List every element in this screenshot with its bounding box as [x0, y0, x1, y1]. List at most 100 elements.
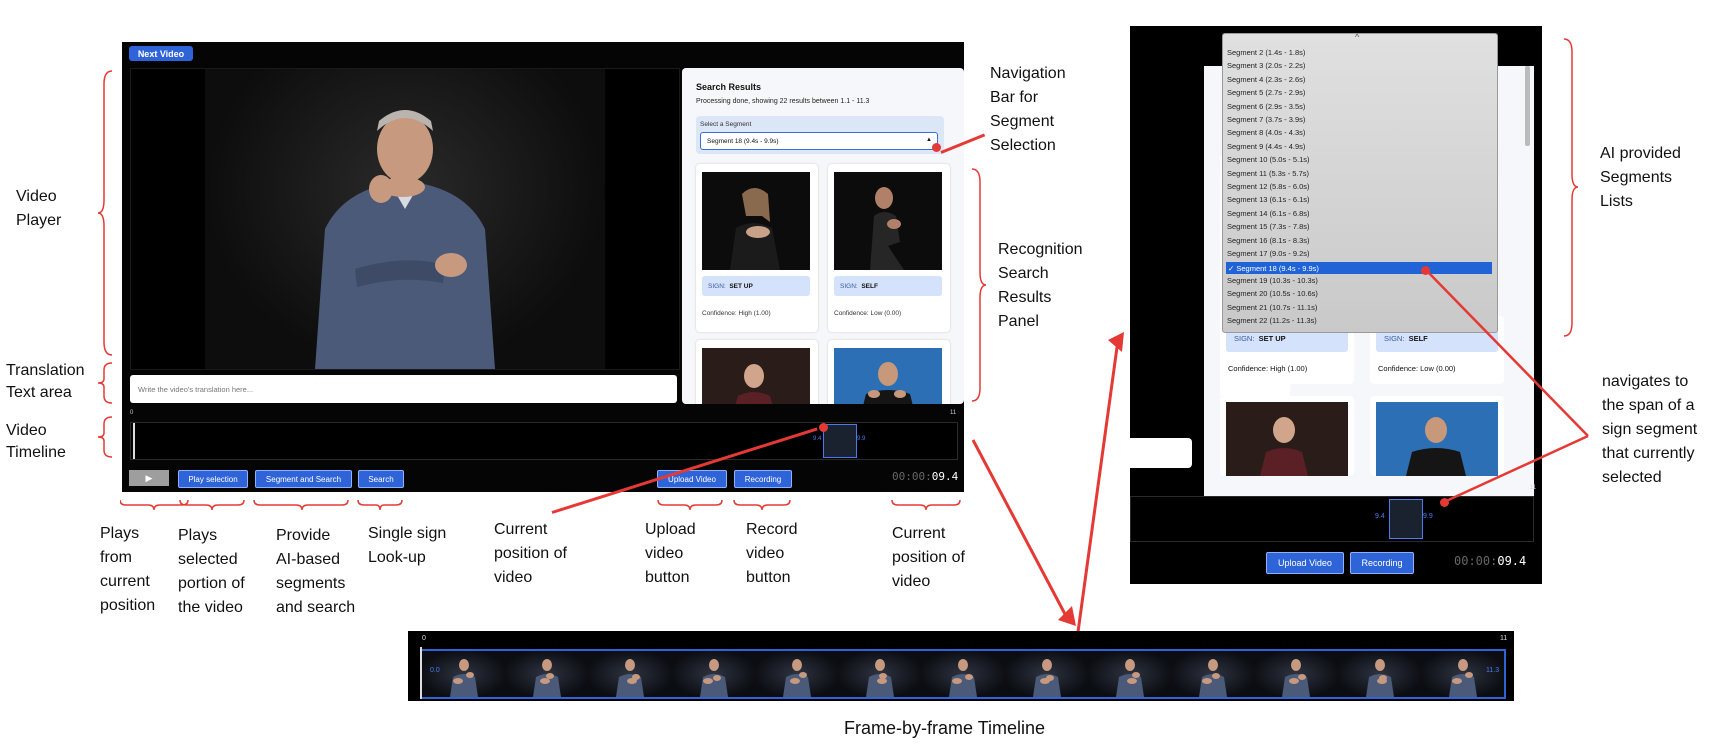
- dropdown-item[interactable]: Segment 9 (4.4s - 4.9s): [1227, 142, 1305, 151]
- frame-thumbnail[interactable]: [1004, 651, 1088, 697]
- bottom-brackets: [120, 499, 961, 511]
- dropdown-item[interactable]: Segment 19 (10.3s - 10.3s): [1227, 276, 1318, 285]
- bracket-video-player: [98, 70, 113, 356]
- time-display: 00:00:09.4: [892, 470, 959, 483]
- search-button[interactable]: Search: [358, 470, 404, 488]
- pointer-dot: [1440, 498, 1449, 507]
- frame-thumbnail[interactable]: [1171, 651, 1255, 697]
- play-button[interactable]: ▶: [129, 470, 169, 486]
- upload-video-button[interactable]: Upload Video: [657, 470, 727, 488]
- label-video-player: Video Player: [16, 188, 62, 229]
- dropdown-item[interactable]: Segment 15 (7.3s - 7.8s): [1227, 222, 1310, 231]
- result-card[interactable]: [696, 340, 818, 404]
- sign-value: SET UP: [729, 282, 753, 290]
- dropdown-item[interactable]: Segment 13 (6.1s - 6.1s): [1227, 195, 1310, 204]
- label-video-timeline: Video Timeline: [6, 422, 66, 461]
- frame-thumbnail[interactable]: [754, 651, 839, 697]
- dropdown-item[interactable]: Segment 11 (5.3s - 5.7s): [1227, 169, 1309, 178]
- dropdown-item[interactable]: Segment 17 (9.0s - 9.2s): [1227, 249, 1310, 258]
- sign-value: SET UP: [1258, 333, 1286, 343]
- timeline-selection[interactable]: [823, 424, 857, 458]
- frame-thumbnail[interactable]: [588, 651, 672, 697]
- dropdown-item[interactable]: Segment 6 (2.9s - 3.5s): [1227, 102, 1305, 111]
- zoom-recording-button[interactable]: Recording: [1350, 552, 1414, 574]
- search-results-title: Search Results: [696, 82, 762, 92]
- label-frame-timeline: Frame-by-frame Timeline: [844, 718, 1046, 738]
- result-card[interactable]: [828, 340, 950, 404]
- dropdown-item[interactable]: Segment 12 (5.8s - 6.0s): [1227, 182, 1310, 191]
- frame-thumbnail[interactable]: [671, 651, 755, 697]
- bracket-translation: [98, 362, 113, 404]
- frame-thumbnail[interactable]: [921, 651, 1005, 697]
- strip-playhead[interactable]: [420, 647, 422, 699]
- label-ai-segments: AI provided Segments Lists: [1600, 145, 1681, 210]
- segment-selector-box: Select a Segment Segment 18 (9.4s - 9.9s…: [696, 116, 944, 154]
- recording-button[interactable]: Recording: [734, 470, 792, 488]
- next-video-button[interactable]: Next Video: [129, 46, 193, 61]
- segment-select[interactable]: Segment 18 (9.4s - 9.9s) ▲: [700, 132, 938, 150]
- caret-up-icon: ▲: [926, 137, 932, 143]
- result-card[interactable]: SIGN: SET UP Confidence: High (1.00): [696, 164, 818, 332]
- dropdown-item[interactable]: Segment 10 (5.0s - 5.1s): [1227, 155, 1310, 164]
- strip-range-start: 0.0: [430, 667, 440, 674]
- label-plays-current: Plays from current position: [100, 525, 156, 614]
- search-results-panel: Search Results Processing done, showing …: [682, 68, 964, 404]
- frame-thumbnail[interactable]: [505, 651, 589, 697]
- frame-thumbnail[interactable]: [838, 651, 922, 697]
- dropdown-item[interactable]: Segment 7 (3.7s - 3.9s): [1227, 115, 1305, 124]
- dropdown-item[interactable]: Segment 16 (8.1s - 8.3s): [1227, 236, 1310, 245]
- frame-thumbnail[interactable]: [1337, 651, 1421, 697]
- scrollbar[interactable]: [1525, 66, 1530, 146]
- frame-thumbnail[interactable]: [1087, 651, 1172, 697]
- dropdown-item[interactable]: Segment 4 (2.3s - 2.6s): [1227, 75, 1305, 84]
- label-provide-ai: Provide AI-based segments and search: [276, 527, 356, 616]
- segment-and-search-button[interactable]: Segment and Search: [255, 470, 352, 488]
- timeline-selection[interactable]: [1389, 499, 1423, 539]
- frame-thumbnail[interactable]: [1420, 651, 1505, 697]
- label-navigates: navigates to the span of a sign segment …: [1602, 373, 1698, 486]
- strip-start-label: 0: [422, 635, 426, 642]
- label-current-position: Current position of video: [494, 521, 567, 586]
- label-single-sign: Single sign Look-up: [368, 525, 447, 566]
- video-timeline[interactable]: 9.4 9.9: [130, 422, 958, 460]
- play-selection-button[interactable]: Play selection: [178, 470, 248, 488]
- result-thumbnail: [702, 348, 810, 404]
- zoom-upload-video-button[interactable]: Upload Video: [1266, 552, 1344, 574]
- frame-strip[interactable]: [420, 649, 1506, 699]
- dropdown-item[interactable]: Segment 14 (6.1s - 6.8s): [1227, 209, 1310, 218]
- selection-start-label: 9.4: [813, 436, 822, 442]
- frame-by-frame-timeline[interactable]: 0.0 11.3: [408, 631, 1514, 701]
- dropdown-item[interactable]: Segment 8 (4.0s - 4.3s): [1227, 128, 1305, 137]
- pointer-navigates: [1425, 269, 1589, 504]
- label-record-button: Record video button: [746, 521, 798, 586]
- pointer-dot: [819, 423, 828, 432]
- dropdown-item[interactable]: Segment 20 (10.5s - 10.6s): [1227, 289, 1318, 298]
- segment-select-value: Segment 18 (9.4s - 9.9s): [707, 137, 779, 145]
- confidence-text: Confidence: High (1.00): [1228, 364, 1308, 373]
- strip-end-label: 11: [1500, 635, 1508, 642]
- confidence-text: Confidence: High (1.00): [702, 310, 771, 317]
- label-current-position-2: Current position of video: [892, 525, 965, 590]
- video-edge: [1130, 66, 1205, 466]
- frame-thumbnail[interactable]: [1254, 651, 1338, 697]
- sign-label-box: SIGN: SET UP: [702, 276, 810, 296]
- dropdown-item[interactable]: Segment 22 (11.2s - 11.3s): [1227, 316, 1317, 325]
- dropdown-item[interactable]: Segment 5 (2.7s - 2.9s): [1227, 88, 1305, 97]
- video-player[interactable]: [130, 68, 680, 370]
- zoom-translation-input[interactable]: [1130, 438, 1192, 468]
- playhead[interactable]: [133, 423, 135, 459]
- scroll-up-icon[interactable]: ^: [1355, 32, 1359, 42]
- frame-thumbnail[interactable]: [422, 651, 506, 697]
- result-card[interactable]: SIGN: SELF Confidence: Low (0.00): [828, 164, 950, 332]
- pointer-dot: [932, 143, 941, 152]
- select-segment-label: Select a Segment: [700, 121, 752, 128]
- dropdown-item[interactable]: Segment 3 (2.0s - 2.2s): [1227, 61, 1305, 70]
- strip-range-end: 11.3: [1486, 667, 1500, 674]
- selection-start-label: 9.4: [1375, 513, 1385, 520]
- bracket-timeline: [98, 416, 113, 458]
- dropdown-item[interactable]: Segment 2 (1.4s - 1.8s): [1227, 48, 1305, 57]
- sign-label-box: SIGN: SELF: [834, 276, 942, 296]
- translation-input[interactable]: Write the video's translation here...: [130, 375, 677, 403]
- zoom-result-card[interactable]: [1220, 396, 1354, 476]
- dropdown-item[interactable]: Segment 21 (10.7s - 11.1s): [1227, 303, 1317, 312]
